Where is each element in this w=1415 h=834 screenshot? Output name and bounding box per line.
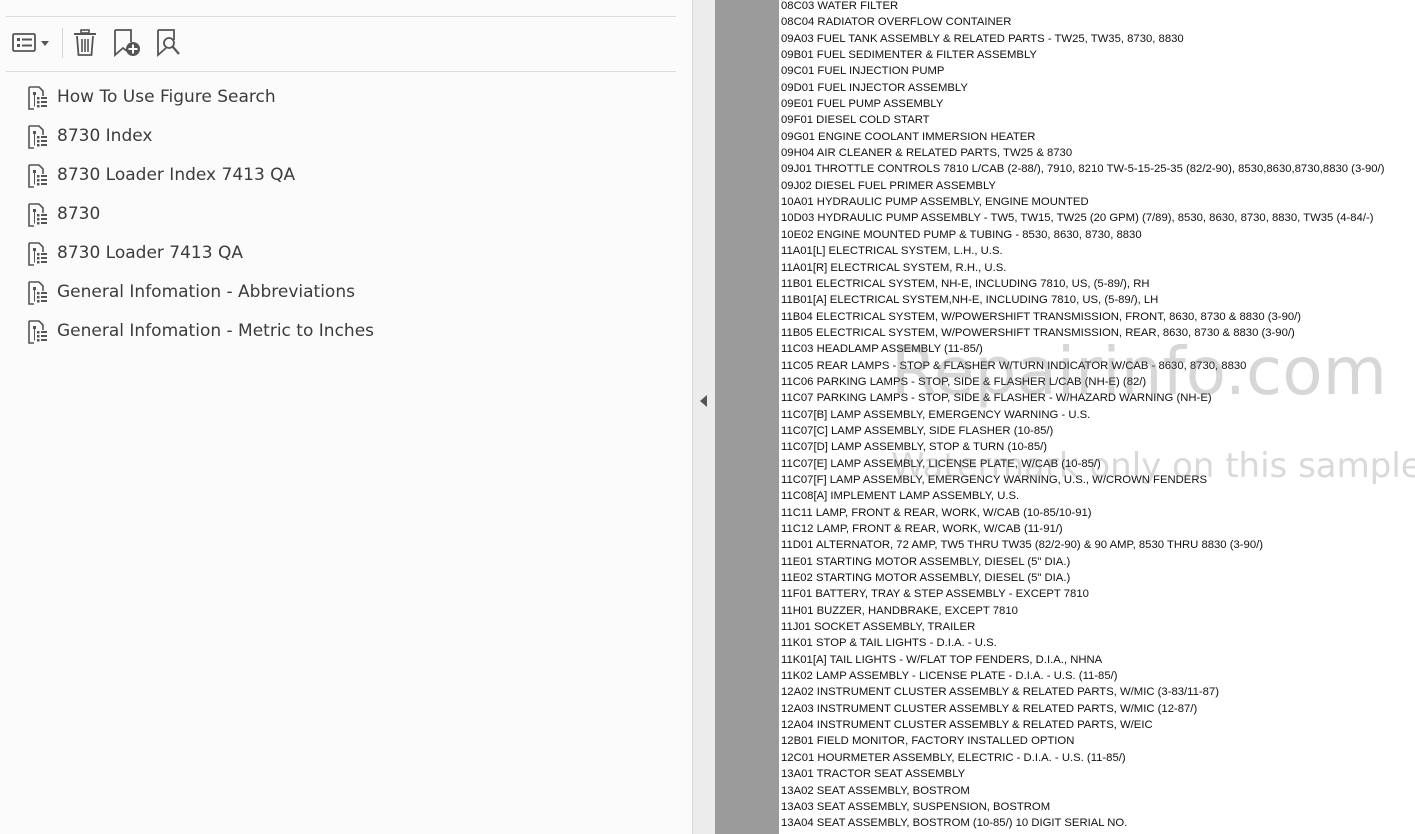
document-line: 09J02 DIESEL FUEL PRIMER ASSEMBLY	[781, 179, 996, 192]
document-line: 11C07 PARKING LAMPS - STOP, SIDE & FLASH…	[781, 392, 1212, 405]
document-line: 10A01 HYDRAULIC PUMP ASSEMBLY, ENGINE MO…	[781, 196, 1089, 209]
bookmark-item[interactable]: General Infomation - Metric to Inches	[0, 312, 676, 351]
collapse-panel-arrow-icon[interactable]	[700, 395, 707, 407]
bookmark-label: 8730 Loader Index 7413 QA	[57, 165, 296, 185]
bookmark-label: General Infomation - Metric to Inches	[57, 321, 375, 341]
document-line: 11C05 REAR LAMPS - STOP & FLASHER W/TURN…	[781, 359, 1247, 372]
document-line: 09B01 FUEL SEDIMENTER & FILTER ASSEMBLY	[781, 49, 1037, 62]
bookmark-page-icon	[27, 164, 49, 188]
bookmark-label: How To Use Figure Search	[57, 87, 276, 107]
bookmark-find-icon	[157, 29, 180, 57]
new-bookmark-button[interactable]	[108, 24, 146, 62]
bookmark-page-icon	[27, 86, 49, 110]
document-line: 11K02 LAMP ASSEMBLY - LICENSE PLATE - D.…	[781, 670, 1118, 683]
list-options-icon	[12, 33, 49, 52]
document-line: 09J01 THROTTLE CONTROLS 7810 L/CAB (2-88…	[781, 163, 1385, 176]
bookmark-item[interactable]: 8730 Loader 7413 QA	[0, 234, 676, 273]
bookmark-page-icon	[27, 125, 49, 149]
find-bookmark-button[interactable]	[152, 24, 186, 62]
document-line: 11B04 ELECTRICAL SYSTEM, W/POWERSHIFT TR…	[781, 310, 1302, 323]
toolbar-separator	[62, 28, 63, 58]
document-line: 11A01[L] ELECTRICAL SYSTEM, L.H., U.S.	[781, 245, 1003, 258]
bookmark-page-icon	[27, 320, 49, 344]
document-line: 11K01[A] TAIL LIGHTS - W/FLAT TOP FENDER…	[781, 653, 1103, 666]
bookmark-item[interactable]: 8730 Loader Index 7413 QA	[0, 156, 676, 195]
document-line: 12B01 FIELD MONITOR, FACTORY INSTALLED O…	[781, 735, 1075, 748]
document-text-lines: 08C03 WATER FILTER 08C04 RADIATOR OVERFLO…	[781, 0, 1384, 832]
document-line: 09E01 FUEL PUMP ASSEMBLY	[781, 98, 944, 111]
document-line: 12A03 INSTRUMENT CLUSTER ASSEMBLY & RELA…	[781, 702, 1198, 715]
bookmark-item[interactable]: 8730 Index	[0, 117, 676, 156]
panel-top-divider	[6, 16, 676, 17]
document-line: 12C01 HOURMETER ASSEMBLY, ELECTRIC - D.I…	[781, 751, 1126, 764]
document-line: 13A02 SEAT ASSEMBLY, BOSTROM	[781, 784, 970, 797]
document-line: 09D01 FUEL INJECTOR ASSEMBLY	[781, 81, 968, 94]
document-line: 08C03 WATER FILTER	[781, 0, 899, 12]
document-line: 11H01 BUZZER, HANDBRAKE, EXCEPT 7810	[781, 604, 1018, 617]
bookmark-add-icon	[114, 29, 140, 57]
bookmark-label: 8730	[57, 204, 101, 224]
bookmark-label: 8730 Index	[57, 126, 153, 146]
bookmark-label: 8730 Loader 7413 QA	[57, 243, 243, 263]
delete-bookmark-button[interactable]	[68, 24, 102, 62]
bookmark-item[interactable]: How To Use Figure Search	[0, 78, 676, 117]
document-line: 11J01 SOCKET ASSEMBLY, TRAILER	[781, 621, 976, 634]
bookmark-item[interactable]: General Infomation - Abbreviations	[0, 273, 676, 312]
bookmarks-panel: How To Use Figure Search 8730 Index 8730…	[0, 0, 692, 834]
pdf-reader-window: How To Use Figure Search 8730 Index 8730…	[0, 0, 1415, 834]
bookmark-page-icon	[27, 281, 49, 305]
document-line: 13A01 TRACTOR SEAT ASSEMBLY	[781, 768, 966, 781]
document-line: 09H04 AIR CLEANER & RELATED PARTS, TW25 …	[781, 147, 1073, 160]
document-line: 12A02 INSTRUMENT CLUSTER ASSEMBLY & RELA…	[781, 686, 1219, 699]
document-line: 11C03 HEADLAMP ASSEMBLY (11-85/)	[781, 343, 983, 356]
document-line: 11E02 STARTING MOTOR ASSEMBLY, DIESEL (5…	[781, 572, 1071, 585]
document-line: 08C04 RADIATOR OVERFLOW CONTAINER	[781, 16, 1012, 29]
document-line: 11D01 ALTERNATOR, 72 AMP, TW5 THRU TW35 …	[781, 539, 1264, 552]
bookmark-page-icon	[27, 242, 49, 266]
document-line: 09G01 ENGINE COOLANT IMMERSION HEATER	[781, 130, 1036, 143]
document-view[interactable]: 08C03 WATER FILTER 08C04 RADIATOR OVERFLO…	[715, 0, 1415, 834]
document-line: 09F01 DIESEL COLD START	[781, 114, 930, 127]
document-line: 12A04 INSTRUMENT CLUSTER ASSEMBLY & RELA…	[781, 719, 1153, 732]
document-line: 11C08[A] IMPLEMENT LAMP ASSEMBLY, U.S.	[781, 490, 1020, 503]
document-line: 11C12 LAMP, FRONT & REAR, WORK, W/CAB (1…	[781, 523, 1063, 535]
document-line: 09A03 FUEL TANK ASSEMBLY & RELATED PARTS…	[781, 32, 1184, 45]
bookmark-item[interactable]: 8730	[0, 195, 676, 234]
document-line: 11B05 ELECTRICAL SYSTEM, W/POWERSHIFT TR…	[781, 326, 1295, 339]
document-line: 11C07[F] LAMP ASSEMBLY, EMERGENCY WARNIN…	[781, 473, 1208, 486]
document-line: 11A01[R] ELECTRICAL SYSTEM, R.H., U.S.	[781, 261, 1007, 274]
document-line: 10E02 ENGINE MOUNTED PUMP & TUBING - 853…	[781, 228, 1142, 241]
document-line: 11C06 PARKING LAMPS - STOP, SIDE & FLASH…	[781, 375, 1147, 388]
document-line: 11B01[A] ELECTRICAL SYSTEM,NH-E, INCLUDI…	[781, 294, 1159, 307]
document-line: 11C11 LAMP, FRONT & REAR, WORK, W/CAB (1…	[781, 506, 1092, 519]
document-line: 13A04 SEAT ASSEMBLY, BOSTROM (10-85/) 10…	[781, 817, 1128, 830]
bookmark-list: How To Use Figure Search 8730 Index 8730…	[0, 78, 676, 351]
document-line: 11B01 ELECTRICAL SYSTEM, NH-E, INCLUDING…	[781, 277, 1150, 290]
page-margin	[715, 0, 779, 834]
trash-icon	[74, 29, 96, 56]
document-line: 11C07[C] LAMP ASSEMBLY, SIDE FLASHER (10…	[781, 424, 1054, 437]
toolbar-divider	[6, 71, 676, 72]
document-line: 10D03 HYDRAULIC PUMP ASSEMBLY - TW5, TW1…	[781, 212, 1374, 225]
bookmark-label: General Infomation - Abbreviations	[57, 282, 355, 302]
document-line: 11C07[B] LAMP ASSEMBLY, EMERGENCY WARNIN…	[781, 408, 1091, 421]
document-line: 11E01 STARTING MOTOR ASSEMBLY, DIESEL (5…	[781, 555, 1071, 568]
panel-splitter[interactable]	[692, 0, 715, 834]
options-menu-button[interactable]	[6, 24, 54, 62]
document-line: 11C07[D] LAMP ASSEMBLY, STOP & TURN (10-…	[781, 441, 1048, 454]
document-line: 09C01 FUEL INJECTION PUMP	[781, 65, 945, 78]
document-line: 11C07[E] LAMP ASSEMBLY, LICENSE PLATE, W…	[781, 457, 1101, 470]
document-line: 11K01 STOP & TAIL LIGHTS - D.I.A. - U.S.	[781, 637, 997, 650]
bookmark-page-icon	[27, 203, 49, 227]
document-line: 11F01 BATTERY, TRAY & STEP ASSEMBLY - EX…	[781, 588, 1089, 601]
bookmarks-toolbar	[6, 24, 676, 62]
document-line: 13A03 SEAT ASSEMBLY, SUSPENSION, BOSTROM	[781, 800, 1051, 813]
